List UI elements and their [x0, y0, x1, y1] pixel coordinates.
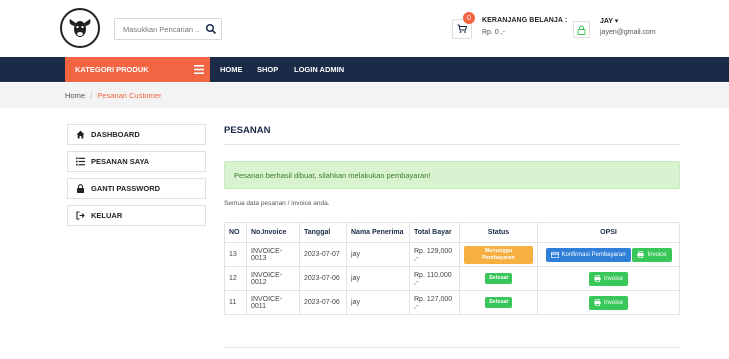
cell-nama: jay — [346, 266, 410, 291]
cell-no: 11 — [224, 290, 247, 315]
cart-amount: Rp. 0 ,- — [482, 29, 505, 36]
cell-status: Menunggu Pembayaran — [459, 242, 538, 267]
cell-no: 12 — [224, 266, 247, 291]
sidebar-item-label: DASHBOARD — [91, 130, 140, 139]
kategori-produk-button[interactable]: KATEGORI PRODUK — [65, 57, 210, 82]
status-badge: Menunggu Pembayaran — [464, 245, 533, 264]
nav-home[interactable]: HOME — [220, 57, 243, 82]
col-opsi: OPSI — [537, 222, 680, 243]
lock-icon — [577, 25, 586, 35]
logo[interactable] — [60, 8, 100, 48]
sidebar-item-label: PESANAN SAYA — [91, 157, 150, 166]
invoice-button[interactable]: Invoice — [632, 247, 672, 262]
cart-title[interactable]: KERANJANG BELANJA : — [482, 17, 567, 24]
menu-icon — [194, 65, 204, 74]
cell-total: Rp. 110,000 ,- — [409, 266, 460, 291]
print-icon — [594, 299, 601, 306]
table-header-row: NO No.Invoice Tanggal Nama Penerima Tota… — [224, 222, 680, 243]
credit-card-icon — [550, 251, 559, 258]
list-icon — [76, 157, 85, 166]
home-icon — [76, 130, 85, 139]
bottom-divider — [224, 347, 680, 348]
sign-out-icon — [76, 211, 85, 220]
table-row: 12 INVOICE-0012 2023-07-06 jay Rp. 110,0… — [224, 266, 680, 291]
sidebar-item-label: KELUAR — [91, 211, 123, 220]
col-invoice: No.Invoice — [246, 222, 300, 243]
bull-logo-icon — [69, 19, 91, 37]
cell-invoice: INVOICE-0012 — [246, 266, 300, 291]
search-box — [114, 18, 222, 40]
col-no: NO — [224, 222, 247, 243]
cart-icon — [457, 24, 467, 33]
cell-tanggal: 2023-07-07 — [299, 242, 347, 267]
cell-opsi: Invoice — [537, 290, 680, 315]
sidebar-item-ganti-password[interactable]: GANTI PASSWORD — [67, 178, 206, 199]
breadcrumb: Home / Pesanan Customer — [65, 91, 162, 100]
kategori-label: KATEGORI PRODUK — [75, 65, 149, 74]
table-row: 11 INVOICE-0011 2023-07-06 jay Rp. 127,0… — [224, 290, 680, 315]
lock-icon — [77, 184, 84, 193]
cell-tanggal: 2023-07-06 — [299, 266, 347, 291]
cell-invoice: INVOICE-0011 — [246, 290, 300, 315]
status-badge: Selesai — [485, 273, 512, 284]
breadcrumb-current: Pesanan Customer — [97, 91, 162, 100]
sidebar-item-dashboard[interactable]: DASHBOARD — [67, 124, 206, 145]
konfirmasi-pembayaran-button[interactable]: Konfirmasi Pembayaran — [545, 247, 631, 262]
title-divider — [224, 144, 680, 145]
print-icon — [594, 275, 601, 282]
cell-no: 13 — [224, 242, 247, 267]
cell-tanggal: 2023-07-06 — [299, 290, 347, 315]
search-icon[interactable] — [205, 23, 217, 35]
invoice-button[interactable]: Invoice — [588, 271, 628, 286]
cell-status: Selesai — [459, 290, 538, 315]
nav-login-admin[interactable]: LOGIN ADMIN — [294, 57, 344, 82]
cell-total: Rp. 127,000 ,- — [409, 290, 460, 315]
table-row: 13 INVOICE-0013 2023-07-07 jay Rp. 129,0… — [224, 242, 680, 267]
page-title: PESANAN — [224, 125, 271, 136]
cell-opsi: Konfirmasi Pembayaran Invoice — [537, 242, 680, 267]
cell-nama: jay — [346, 242, 410, 267]
sidebar-item-pesanan-saya[interactable]: PESANAN SAYA — [67, 151, 206, 172]
status-badge: Selesai — [485, 297, 512, 308]
cell-nama: jay — [346, 290, 410, 315]
button-label: Konfirmasi Pembayaran — [561, 251, 626, 258]
breadcrumb-home[interactable]: Home — [65, 91, 85, 100]
button-label: Invoice — [603, 275, 623, 282]
user-email: jayen@gmail.com — [600, 29, 656, 36]
col-tanggal: Tanggal — [299, 222, 347, 243]
col-total-bayar: Total Bayar — [409, 222, 460, 243]
search-input[interactable] — [115, 19, 201, 39]
breadcrumb-separator: / — [90, 91, 93, 100]
button-label: Invoice — [603, 299, 623, 306]
user-button[interactable] — [573, 21, 590, 38]
cart-count-badge: 0 — [463, 12, 475, 24]
table-note: Semua data pesanan / invoice anda. — [224, 200, 330, 207]
sidebar-item-label: GANTI PASSWORD — [91, 184, 161, 193]
col-status: Status — [459, 222, 538, 243]
button-label: Invoice — [647, 251, 667, 258]
cell-opsi: Invoice — [537, 266, 680, 291]
orders-table: NO No.Invoice Tanggal Nama Penerima Tota… — [224, 222, 680, 315]
nav-shop[interactable]: SHOP — [257, 57, 278, 82]
col-nama-penerima: Nama Penerima — [346, 222, 410, 243]
cell-invoice: INVOICE-0013 — [246, 242, 300, 267]
site-header: 0 KERANJANG BELANJA : Rp. 0 ,- JAY ▾ jay… — [0, 0, 729, 56]
user-menu-toggle[interactable]: JAY ▾ — [600, 17, 618, 25]
print-icon — [637, 251, 645, 258]
cell-total: Rp. 129,000 ,- — [409, 242, 460, 267]
cell-status: Selesai — [459, 266, 538, 291]
sidebar-item-keluar[interactable]: KELUAR — [67, 205, 206, 226]
invoice-button[interactable]: Invoice — [588, 295, 628, 310]
success-alert: Pesanan berhasil dibuat, silahkan melaku… — [224, 161, 680, 189]
